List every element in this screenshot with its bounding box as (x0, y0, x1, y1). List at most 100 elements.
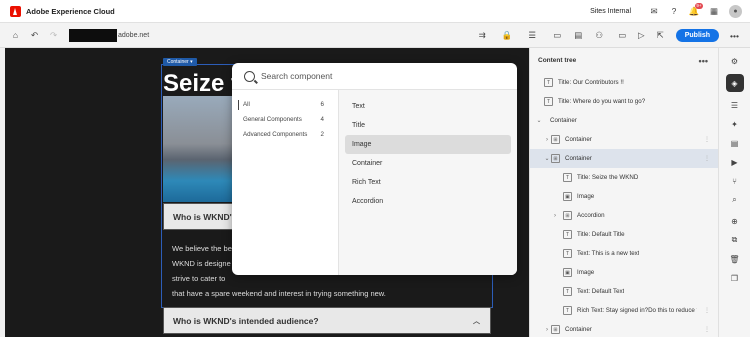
card-icon[interactable]: ▤ (569, 26, 588, 45)
text-node-icon: T (563, 230, 572, 239)
search-icon (244, 70, 255, 82)
accordion-item-header-2[interactable]: Who is WKND's intended audience? ︿ (163, 307, 491, 334)
drag-handle-icon[interactable]: ⋮ (704, 136, 710, 143)
tree-item[interactable]: › ⊞ Container ⋮ (530, 320, 718, 337)
settings-sliders-icon[interactable]: ☰ (523, 26, 542, 45)
avatar[interactable]: ● (729, 4, 742, 18)
publish-button[interactable]: Publish (675, 29, 719, 42)
category-advanced[interactable]: Advanced Components 2 (232, 127, 338, 142)
preview-play-icon[interactable]: ▷ (632, 26, 651, 45)
tree-item[interactable]: T Rich Text: Stay signed in?Do this to r… (530, 301, 718, 320)
list-view-icon[interactable]: ☰ (726, 96, 744, 114)
desktop-preview-icon[interactable]: ▭ (613, 26, 632, 45)
tree-item[interactable]: T Text: Default Text (530, 282, 718, 301)
open-external-icon[interactable]: ⇱ (651, 26, 670, 45)
hero-image[interactable] (163, 96, 235, 202)
tree-item[interactable]: T Title: Default Title (530, 225, 718, 244)
text-node-icon: T (563, 249, 572, 258)
chevron-right-icon[interactable]: › (543, 137, 551, 143)
copy-icon[interactable]: ❐ (726, 269, 744, 287)
tree-item[interactable]: T Title: Where do you want to go? (530, 92, 718, 111)
properties-icon[interactable]: ⇉ (473, 26, 492, 45)
toolbar-right: ⇉ 🔒 ☰ ▭ ▤ ⚇ ▭ ▷ ⇱ Publish ••• (473, 23, 750, 48)
search-icon[interactable]: ⌕ (726, 191, 744, 209)
more-icon[interactable]: ••• (699, 56, 708, 66)
page-icon[interactable]: ▭ (548, 26, 567, 45)
search-input[interactable] (261, 71, 491, 81)
component-container[interactable]: Container (345, 154, 511, 173)
more-icon[interactable]: ••• (725, 26, 744, 45)
tree-item[interactable]: T Text: This is a new text (530, 244, 718, 263)
category-general[interactable]: General Components 4 (232, 112, 338, 127)
category-count: 4 (320, 116, 324, 123)
page-url[interactable]: adobe.net (69, 28, 149, 42)
accordion-node-icon: ⊞ (563, 211, 572, 220)
top-bar-right: Sites Internal ✉ ? 🔔 9+ ▦ ● (590, 2, 750, 20)
apps-grid-icon[interactable]: ▦ (705, 2, 723, 20)
add-circle-icon[interactable]: ⊕ (726, 212, 744, 230)
chevron-right-icon[interactable]: › (543, 327, 551, 333)
feedback-icon[interactable]: ✉ (645, 2, 663, 20)
chevron-down-icon[interactable]: ⌄ (543, 155, 551, 162)
home-icon[interactable]: ⌂ (6, 26, 25, 45)
component-search-popover: All 6 General Components 4 Advanced Comp… (232, 63, 517, 275)
component-accordion[interactable]: Accordion (345, 192, 511, 211)
tree-item[interactable]: › ⊞ Accordion (530, 206, 718, 225)
category-count: 2 (320, 131, 324, 138)
accordion-2-title: Who is WKND's intended audience? (173, 315, 319, 326)
category-all[interactable]: All 6 (232, 97, 338, 112)
delete-icon[interactable]: 🗑 (726, 250, 744, 268)
tree-item-label: Container (565, 155, 592, 162)
tree-item[interactable]: T Title: Seize the WKND (530, 168, 718, 187)
org-switcher[interactable]: Sites Internal (590, 8, 631, 15)
drag-handle-icon[interactable]: ⋮ (704, 307, 710, 314)
tree-item-label: Image (577, 269, 595, 276)
tree-item-label: Container (565, 326, 592, 333)
drag-handle-icon[interactable]: ⋮ (704, 155, 710, 162)
tree-item-selected[interactable]: ⌄ ⊞ Container ⋮ (530, 149, 718, 168)
help-icon[interactable]: ? (665, 2, 683, 20)
container-badge[interactable]: Container ▾ (163, 58, 197, 66)
drag-handle-icon[interactable]: ⋮ (704, 326, 710, 333)
play-circle-icon[interactable]: ▶ (726, 153, 744, 171)
page-heading[interactable]: Seize t (163, 70, 239, 98)
chevron-right-icon[interactable]: › (551, 213, 559, 219)
lock-icon[interactable]: 🔒 (498, 26, 517, 45)
tree-item[interactable]: ▣ Image (530, 187, 718, 206)
app-title[interactable]: Adobe Experience Cloud (26, 7, 115, 16)
category-label: All (243, 101, 250, 108)
panel-header: Content tree ••• (530, 48, 718, 73)
text-node-icon: T (544, 78, 553, 87)
tree-item[interactable]: ⌄ Container (530, 111, 718, 130)
personalize-icon[interactable]: ⚇ (590, 26, 609, 45)
duplicate-icon[interactable]: ⧉ (726, 231, 744, 249)
container-node-icon: ⊞ (551, 135, 560, 144)
adobe-logo[interactable] (10, 5, 21, 17)
image-node-icon: ▣ (563, 268, 572, 277)
component-rich-text[interactable]: Rich Text (345, 173, 511, 192)
component-image[interactable]: Image (345, 135, 511, 154)
tree-item[interactable]: › ⊞ Container ⋮ (530, 130, 718, 149)
undo-icon[interactable]: ↶ (25, 26, 44, 45)
chevron-up-icon[interactable]: ︿ (473, 316, 480, 326)
tree-item[interactable]: ▣ Image (530, 263, 718, 282)
chevron-down-icon[interactable]: ⌄ (535, 117, 543, 124)
properties-sliders-icon[interactable]: ⚙ (726, 52, 744, 70)
text-node-icon: T (563, 306, 572, 315)
branch-icon[interactable]: ⑂ (726, 172, 744, 190)
component-list: Text Title Image Container Rich Text Acc… (339, 90, 517, 275)
text-node-icon: T (544, 97, 553, 106)
document-icon[interactable]: ▤ (726, 134, 744, 152)
tree-item[interactable]: T Title: Our Contributors !! (530, 73, 718, 92)
tree-item-label: Rich Text: Stay signed in?Do this to red… (577, 307, 697, 314)
component-title[interactable]: Title (345, 116, 511, 135)
content-tree-panel: Content tree ••• T Title: Our Contributo… (529, 48, 718, 337)
redo-icon[interactable]: ↷ (44, 26, 63, 45)
layers-icon[interactable]: ◈ (725, 74, 744, 92)
component-text[interactable]: Text (345, 97, 511, 116)
popover-body: All 6 General Components 4 Advanced Comp… (232, 90, 517, 275)
redacted-url (69, 28, 117, 42)
magic-wand-icon[interactable]: ✦ (726, 115, 744, 133)
search-row (232, 63, 517, 90)
notifications-icon[interactable]: 🔔 9+ (685, 2, 703, 20)
